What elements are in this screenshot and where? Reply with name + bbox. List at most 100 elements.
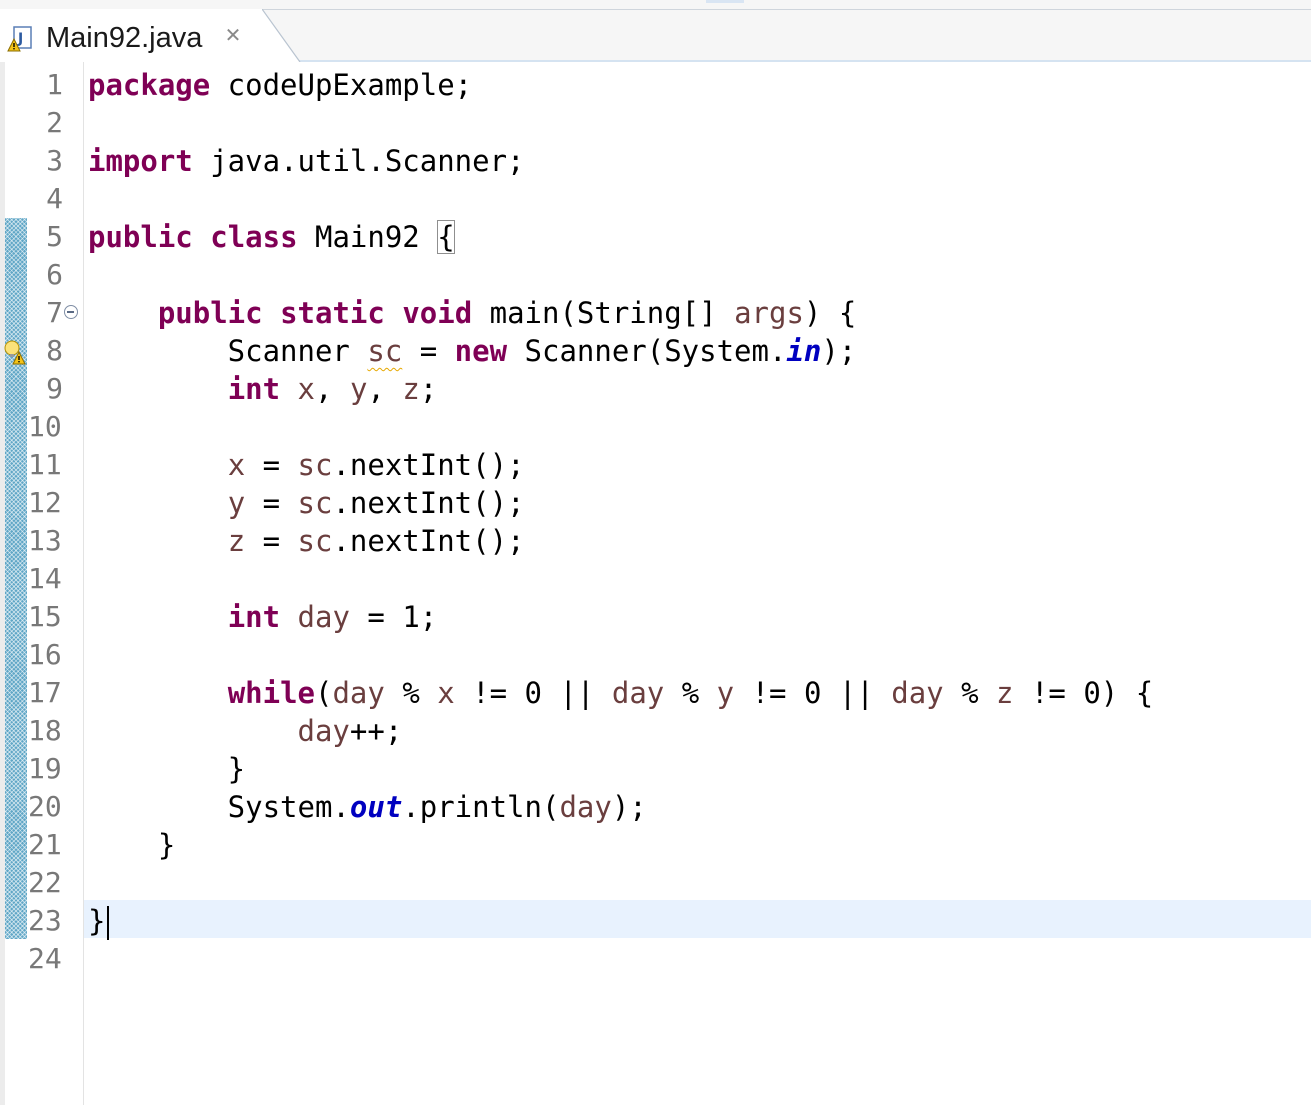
code-line[interactable]: 19 } — [0, 750, 1311, 788]
code-token: out — [349, 790, 403, 824]
java-file-warning-icon: J — [7, 26, 33, 52]
code-line[interactable]: 9 int x, y, z; — [0, 370, 1311, 408]
code-lines: 1 package codeUpExample; 2 3 import java.uti… — [0, 66, 1311, 978]
code-line[interactable]: 18 day++; — [0, 712, 1311, 750]
code-token: = — [245, 448, 298, 482]
code-token: Scanner — [88, 334, 368, 368]
code-token: ( — [315, 676, 333, 710]
code-token: ); — [821, 334, 857, 368]
code-token: new — [454, 334, 508, 368]
line-number: 13 — [28, 524, 62, 557]
code-line[interactable]: 8 Scanner sc = new Scanner(System.in); — [0, 332, 1311, 370]
line-number: 2 — [46, 106, 63, 139]
code-token: import — [88, 144, 193, 178]
code-line[interactable]: 1 package codeUpExample; — [0, 66, 1311, 104]
code-line[interactable]: 2 — [0, 104, 1311, 142]
line-number: 12 — [28, 486, 62, 519]
code-line[interactable]: 23} — [0, 902, 1311, 940]
code-token: codeUpExample; — [210, 68, 473, 102]
code-text: import java.util.Scanner; — [88, 142, 525, 180]
code-token: % — [943, 676, 997, 710]
code-line[interactable]: 24 — [0, 940, 1311, 978]
code-token: void — [402, 296, 473, 330]
line-number: 18 — [28, 714, 62, 747]
code-line[interactable]: 13 z = sc.nextInt(); — [0, 522, 1311, 560]
code-token: = — [245, 486, 298, 520]
code-text: } — [88, 826, 175, 864]
code-line[interactable]: 20 System.out.println(day); — [0, 788, 1311, 826]
code-token: , — [315, 372, 350, 406]
quick-fix-warning-icon[interactable] — [2, 339, 28, 365]
code-text: public class Main92 { — [88, 218, 455, 256]
code-line[interactable]: 11 x = sc.nextInt(); — [0, 446, 1311, 484]
code-token: day — [332, 676, 385, 710]
code-token: ++; — [349, 714, 403, 748]
code-token: } — [88, 752, 246, 786]
tab-bar-minimized-marker — [706, 0, 744, 3]
line-number: 1 — [46, 68, 63, 101]
code-token: } — [88, 828, 176, 862]
code-line[interactable]: 4 — [0, 180, 1311, 218]
code-line[interactable]: 14 — [0, 560, 1311, 598]
code-token: main(String[] — [472, 296, 735, 330]
code-token: sc — [297, 524, 333, 558]
code-token: z — [402, 372, 420, 406]
tab-bar-top-border — [240, 9, 1311, 10]
line-number: 15 — [28, 600, 62, 633]
code-line[interactable]: 10 — [0, 408, 1311, 446]
code-line[interactable]: 16 — [0, 636, 1311, 674]
code-token: y — [716, 676, 735, 710]
code-token: public — [157, 296, 263, 330]
code-token: sc — [297, 486, 333, 520]
code-token: .println( — [402, 790, 560, 824]
line-number: 16 — [28, 638, 62, 671]
line-number: 4 — [46, 182, 63, 215]
code-token: while — [227, 676, 315, 710]
code-token: day — [891, 676, 944, 710]
collapse-icon[interactable] — [64, 305, 78, 319]
line-number: 9 — [46, 372, 63, 405]
line-number: 20 — [28, 790, 62, 823]
tab-title[interactable]: Main92.java — [46, 20, 202, 56]
code-line[interactable]: 12 y = sc.nextInt(); — [0, 484, 1311, 522]
code-line[interactable]: 15 int day = 1; — [0, 598, 1311, 636]
code-token: .nextInt(); — [332, 524, 525, 558]
code-token: y — [227, 486, 246, 520]
line-number: 3 — [46, 144, 63, 177]
code-token: % — [384, 676, 438, 710]
code-token: != 0 || — [454, 676, 612, 710]
line-number: 17 — [28, 676, 62, 709]
code-editor[interactable]: 1 package codeUpExample; 2 3 import java.uti… — [0, 62, 1311, 1105]
code-text: } — [88, 902, 110, 940]
code-line[interactable]: 22 — [0, 864, 1311, 902]
code-line[interactable]: 21 } — [0, 826, 1311, 864]
code-token: Main92 — [297, 220, 438, 254]
close-tab-icon[interactable]: ✕ — [222, 24, 244, 46]
code-text: Scanner sc = new Scanner(System.in); — [88, 332, 857, 370]
line-number: 23 — [28, 904, 62, 937]
code-token: y — [349, 372, 368, 406]
code-line[interactable]: 3 import java.util.Scanner; — [0, 142, 1311, 180]
code-token: { — [437, 220, 455, 254]
text-cursor — [107, 906, 110, 940]
code-token: in — [786, 334, 822, 368]
code-line[interactable]: 5 public class Main92 { — [0, 218, 1311, 256]
code-text: int day = 1; — [88, 598, 438, 636]
code-token: , — [367, 372, 403, 406]
code-line[interactable]: 6 — [0, 256, 1311, 294]
code-line[interactable]: 7 public static void main(String[] args)… — [0, 294, 1311, 332]
code-line[interactable]: 17 while(day % x != 0 || day % y != 0 ||… — [0, 674, 1311, 712]
code-token: int — [227, 372, 281, 406]
